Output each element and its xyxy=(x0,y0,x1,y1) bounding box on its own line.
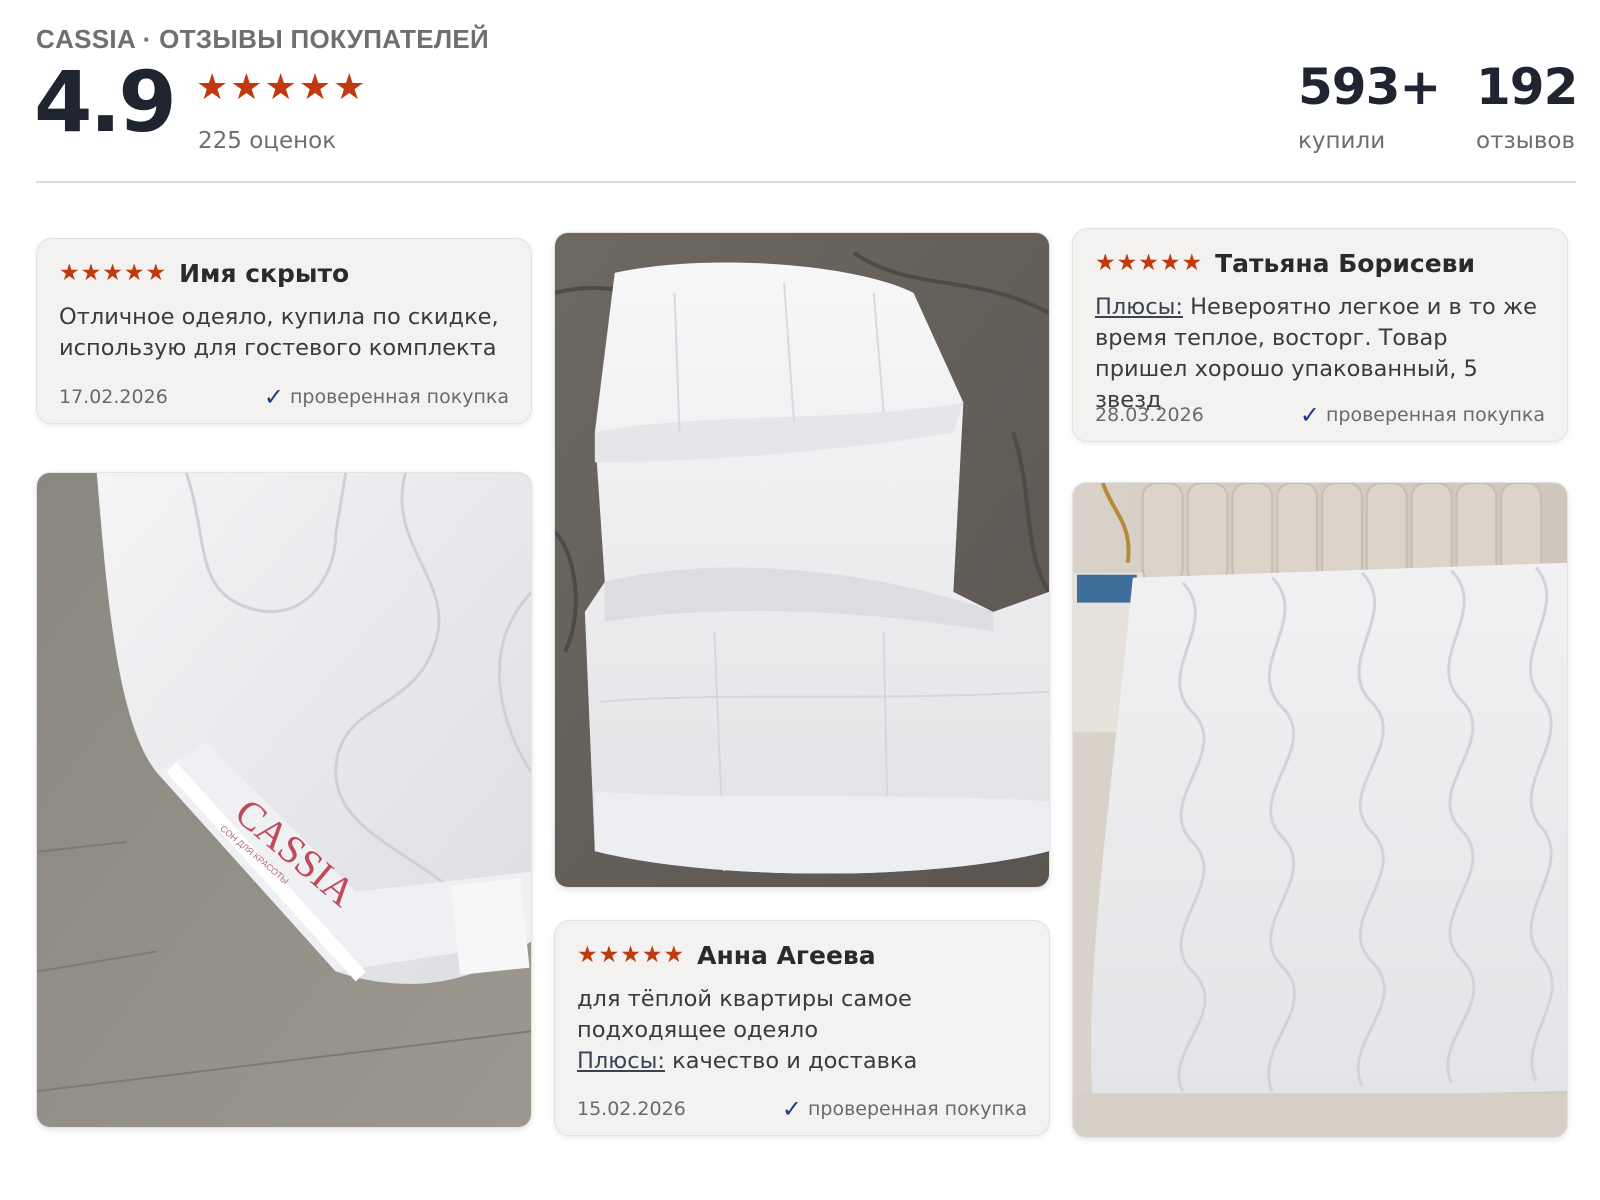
review-date: 28.03.2026 xyxy=(1095,404,1204,426)
quilted-blanket-photo xyxy=(1073,483,1567,1137)
reviewer-name: Татьяна Борисеви xyxy=(1215,249,1475,278)
review-card[interactable]: ★★★★★ Татьяна Борисеви Плюсы: Невероятно… xyxy=(1072,228,1568,442)
bought-value: 593+ xyxy=(1298,58,1441,116)
review-stars: ★★★★★ xyxy=(59,260,168,286)
ratings-count: 225 оценок xyxy=(198,128,337,154)
review-photo[interactable]: CASSIA СОН ДЛЯ КРАСОТЫ xyxy=(36,472,532,1128)
review-stars: ★★★★★ xyxy=(1095,250,1204,276)
reviewer-name: Имя скрыто xyxy=(179,259,350,288)
header-divider xyxy=(36,181,1576,183)
verified-badge: ✓ проверенная покупка xyxy=(264,385,509,409)
check-icon: ✓ xyxy=(263,383,284,411)
bought-label: купили xyxy=(1298,128,1386,154)
review-text: Плюсы: Невероятно легкое и в то же время… xyxy=(1095,292,1545,416)
review-card[interactable]: ★★★★★ Имя скрыто Отличное одеяло, купила… xyxy=(36,238,532,424)
review-stars: ★★★★★ xyxy=(577,942,686,968)
verified-label: проверенная покупка xyxy=(1325,404,1545,426)
page-title: CASSIA · ОТЗЫВЫ ПОКУПАТЕЛЕЙ xyxy=(36,24,490,54)
review-card[interactable]: ★★★★★ Анна Агеева для тёплой квартиры са… xyxy=(554,920,1050,1136)
reviews-label: отзывов xyxy=(1476,128,1576,154)
average-rating: 4.9 xyxy=(34,53,177,151)
bought-stat: 593+ купили xyxy=(1298,58,1441,154)
review-date: 17.02.2026 xyxy=(59,386,168,408)
pros-label: Плюсы: xyxy=(577,1048,665,1074)
review-photo[interactable] xyxy=(1072,482,1568,1138)
reviewer-name: Анна Агеева xyxy=(697,941,876,970)
pros-text: качество и доставка xyxy=(664,1048,918,1074)
check-icon: ✓ xyxy=(781,1095,802,1123)
verified-badge: ✓ проверенная покупка xyxy=(782,1097,1027,1121)
pros-label: Плюсы: xyxy=(1095,294,1183,320)
check-icon: ✓ xyxy=(1299,401,1320,429)
review-text: Отличное одеяло, купила по скидке, испол… xyxy=(59,304,499,361)
verified-label: проверенная покупка xyxy=(289,386,509,408)
reviews-value: 192 xyxy=(1476,58,1578,116)
review-body: для тёплой квартиры самое подходящее оде… xyxy=(577,986,912,1043)
verified-badge: ✓ проверенная покупка xyxy=(1300,403,1545,427)
verified-label: проверенная покупка xyxy=(807,1098,1027,1120)
reviews-stat: 192 отзывов xyxy=(1476,58,1578,154)
review-photo[interactable] xyxy=(554,232,1050,888)
review-text: для тёплой квартиры самое подходящее оде… xyxy=(577,984,1027,1077)
rating-stars: ★★★★★ xyxy=(196,67,368,108)
folded-blanket-photo xyxy=(555,233,1049,887)
blanket-corner-photo: CASSIA СОН ДЛЯ КРАСОТЫ xyxy=(37,473,531,1127)
review-date: 15.02.2026 xyxy=(577,1098,686,1120)
